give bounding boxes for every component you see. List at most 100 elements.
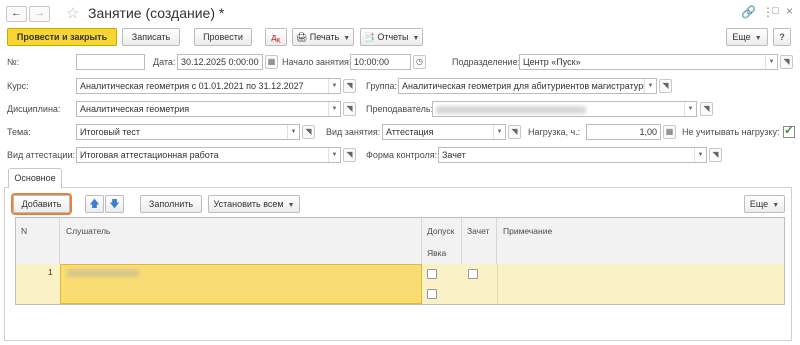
open-control-button[interactable]: ◥	[709, 148, 722, 162]
column-header-student[interactable]: Слушатель	[60, 218, 422, 264]
number-field[interactable]	[76, 54, 145, 70]
note-cell[interactable]	[497, 264, 784, 304]
dt-kt-icon: ДK	[271, 35, 281, 45]
load-field[interactable]: 1,00	[586, 124, 661, 140]
calculator-button[interactable]: ▦	[663, 125, 676, 139]
calculator-icon: ▦	[665, 127, 674, 136]
printer-icon: 🖨	[295, 32, 308, 42]
chevron-down-icon: ▼	[412, 35, 420, 42]
attestation-field[interactable]: Итоговая аттестационная работа ▼	[76, 147, 341, 163]
chevron-down-icon[interactable]: ▼	[765, 55, 777, 69]
print-button[interactable]: 🖨 Печать ▼	[292, 28, 354, 46]
arrow-down-icon: 🡇	[109, 199, 120, 210]
post-button[interactable]: Провести	[194, 28, 252, 46]
maximize-icon[interactable]: □	[772, 5, 779, 17]
open-icon: ◥	[783, 57, 790, 66]
arrow-right-icon: →	[34, 7, 45, 19]
link-icon[interactable]: 🔗	[741, 5, 756, 19]
chevron-down-icon[interactable]: ▼	[328, 148, 340, 162]
date-label: Дата:	[153, 57, 176, 67]
save-button[interactable]: Записать	[122, 28, 180, 46]
fill-button[interactable]: Заполнить	[140, 195, 202, 213]
chevron-down-icon: ▼	[772, 202, 780, 209]
topic-field[interactable]: Итоговый тест ▼	[76, 124, 300, 140]
checkmark-icon: ✓	[784, 123, 795, 137]
open-lesson-type-button[interactable]: ◥	[508, 125, 521, 139]
arrow-up-icon: 🡅	[89, 199, 100, 210]
teacher-label: Преподаватель:	[366, 104, 434, 114]
table-more-label: Еще	[749, 199, 769, 209]
back-button[interactable]: ←	[6, 6, 27, 22]
reports-button[interactable]: 📑 Отчеты ▼	[360, 28, 423, 46]
close-icon[interactable]: ×	[786, 4, 793, 18]
move-up-button[interactable]: 🡅	[85, 195, 104, 213]
student-cell[interactable]	[60, 264, 422, 304]
column-header-n[interactable]: N	[16, 218, 60, 264]
chevron-down-icon[interactable]: ▼	[328, 102, 340, 116]
dt-kt-button[interactable]: ДK	[265, 28, 287, 46]
open-division-button[interactable]: ◥	[780, 55, 793, 69]
discipline-label: Дисциплина:	[7, 104, 61, 114]
control-field[interactable]: Зачет ▼	[438, 147, 707, 163]
teacher-field[interactable]: ▼	[432, 101, 697, 117]
start-time-label: Начало занятия:	[282, 57, 352, 67]
move-down-button[interactable]: 🡇	[105, 195, 124, 213]
tab-main[interactable]: Основное	[8, 168, 62, 188]
forward-button[interactable]: →	[29, 6, 50, 22]
control-label: Форма контроля:	[366, 150, 438, 160]
print-label: Печать	[309, 32, 340, 42]
star-icon[interactable]: ☆	[66, 4, 79, 22]
admission-checkbox[interactable]	[427, 269, 437, 279]
open-icon: ◥	[662, 81, 669, 90]
column-header-pass[interactable]: Зачет	[462, 218, 497, 264]
discipline-value: Аналитическая геометрия	[80, 104, 190, 114]
add-button[interactable]: Добавить	[13, 195, 70, 213]
start-time-field[interactable]: 10:00:00	[350, 54, 411, 70]
open-attestation-button[interactable]: ◥	[343, 148, 356, 162]
open-icon: ◥	[712, 150, 719, 159]
topic-label: Тема:	[7, 127, 31, 137]
chevron-down-icon[interactable]: ▼	[644, 79, 656, 93]
open-topic-button[interactable]: ◥	[302, 125, 315, 139]
set-all-label: Установить всем	[213, 199, 284, 209]
set-all-button[interactable]: Установить всем ▼	[208, 195, 300, 213]
chevron-down-icon[interactable]: ▼	[287, 125, 299, 139]
ignore-load-label: Не учитывать нагрузку:	[682, 127, 780, 137]
chevron-down-icon[interactable]: ▼	[328, 79, 340, 93]
open-group-button[interactable]: ◥	[659, 79, 672, 93]
pass-checkbox[interactable]	[468, 269, 478, 279]
report-icon: 📑	[363, 32, 375, 42]
open-course-button[interactable]: ◥	[343, 79, 356, 93]
column-header-admission[interactable]: Допуск Явка	[422, 218, 462, 264]
date-field[interactable]: 30.12.2025 0:00:00	[177, 54, 263, 70]
ignore-load-checkbox[interactable]: ✓	[783, 123, 795, 138]
topic-value: Итоговый тест	[80, 127, 141, 137]
load-label: Нагрузка, ч.:	[528, 127, 581, 137]
more-button[interactable]: Еще ▼	[726, 28, 768, 46]
calendar-button[interactable]: ▦	[265, 55, 278, 69]
column-header-note[interactable]: Примечание	[497, 218, 784, 264]
discipline-field[interactable]: Аналитическая геометрия ▼	[76, 101, 341, 117]
post-and-close-button[interactable]: Провести и закрыть	[7, 28, 117, 46]
lesson-type-field[interactable]: Аттестация ▼	[382, 124, 506, 140]
window-title: Занятие (создание) *	[88, 5, 225, 21]
chevron-down-icon[interactable]: ▼	[684, 102, 696, 116]
course-value: Аналитическая геометрия с 01.01.2021 по …	[80, 81, 304, 91]
table-more-button[interactable]: Еще ▼	[744, 195, 785, 213]
table-row[interactable]: 1	[16, 264, 784, 304]
open-icon: ◥	[346, 104, 353, 113]
attendance-checkbox[interactable]	[427, 289, 437, 299]
help-button[interactable]: ?	[773, 28, 791, 46]
open-teacher-button[interactable]: ◥	[700, 102, 713, 116]
redacted-teacher-name	[436, 105, 586, 114]
chevron-down-icon[interactable]: ▼	[694, 148, 706, 162]
clock-button[interactable]: ◷	[413, 55, 426, 69]
open-icon: ◥	[305, 127, 312, 136]
division-field[interactable]: Центр «Пуск» ▼	[519, 54, 778, 70]
group-field[interactable]: Аналитическая геометрия для абитуриентов…	[398, 78, 657, 94]
open-discipline-button[interactable]: ◥	[343, 102, 356, 116]
course-field[interactable]: Аналитическая геометрия с 01.01.2021 по …	[76, 78, 341, 94]
chevron-down-icon[interactable]: ▼	[493, 125, 505, 139]
calendar-icon: ▦	[267, 57, 276, 66]
lesson-type-value: Аттестация	[386, 127, 434, 137]
